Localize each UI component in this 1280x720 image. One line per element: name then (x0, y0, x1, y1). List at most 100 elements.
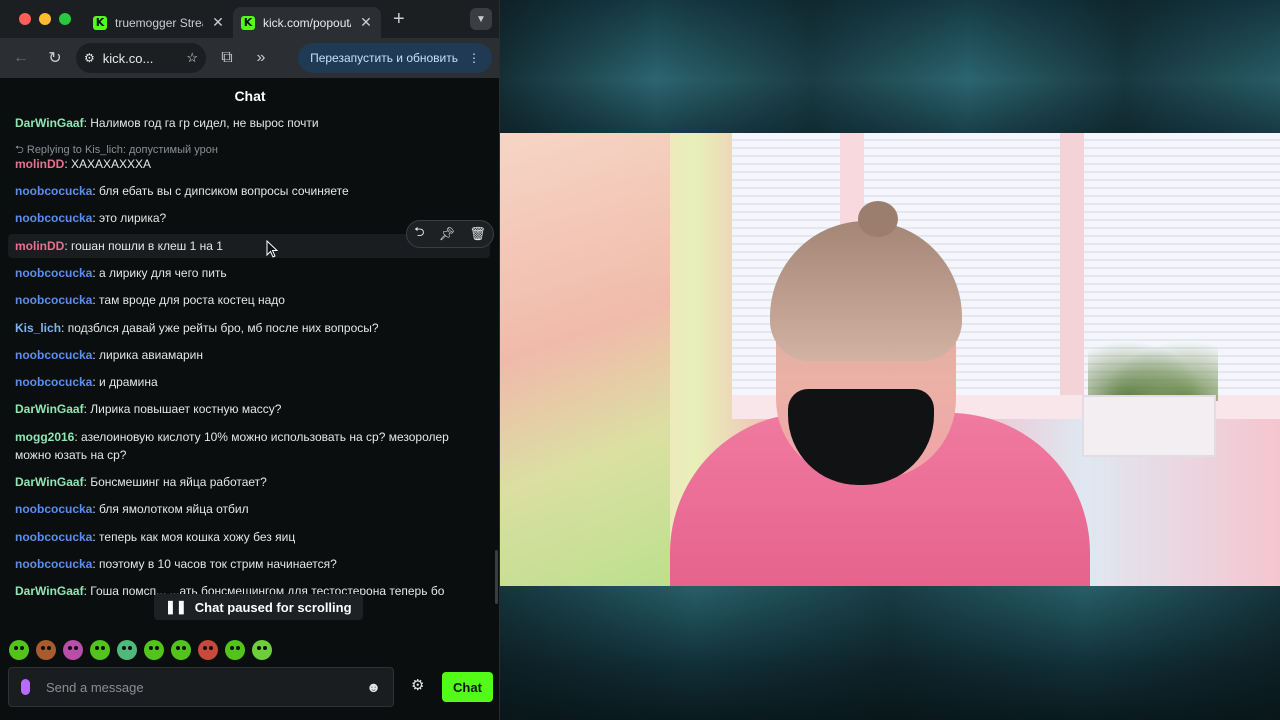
emote-icon[interactable] (171, 640, 191, 660)
message-text: теперь как моя кошка хожу без яиц (99, 530, 296, 544)
maximize-window-button[interactable] (59, 13, 71, 25)
plant-pot (1082, 395, 1216, 457)
pin-icon[interactable]: 📌︎ (439, 226, 456, 242)
pause-icon: ❚❚ (165, 599, 187, 614)
send-chat-button[interactable]: Chat (442, 672, 493, 702)
username[interactable]: noobcocucka (15, 266, 92, 280)
minimize-window-button[interactable] (39, 13, 51, 25)
kick-logo-icon: K (93, 15, 107, 30)
chat-message: DarWinGaaf: Бонсмешинг на яйца работает? (15, 475, 267, 489)
extensions-icon[interactable]: ⧉ (214, 49, 240, 67)
emote-icon[interactable] (117, 640, 137, 660)
address-bar[interactable]: ⚙ kick.co... ☆ (76, 43, 206, 73)
username[interactable]: noobcocucka (15, 348, 92, 362)
chat-message: mogg2016: азелоиновую кислоту 10% можно … (15, 430, 449, 462)
username[interactable]: noobcocucka (15, 293, 92, 307)
url-text: kick.co... (102, 50, 154, 66)
emote-icon[interactable] (225, 640, 245, 660)
emote-icon[interactable] (9, 640, 29, 660)
username[interactable]: DarWinGaaf (15, 402, 84, 416)
close-window-button[interactable] (19, 13, 31, 25)
close-icon[interactable]: ✕ (211, 14, 225, 31)
relaunch-update-button[interactable]: Перезапустить и обновить ⋮ (298, 43, 492, 73)
chat-message: noobcocucka: бля ебать вы с дипсиком воп… (15, 184, 349, 198)
bookmark-star-icon[interactable]: ☆ (186, 50, 198, 66)
back-arrow-icon[interactable]: ← (8, 49, 34, 67)
close-icon[interactable]: ✕ (359, 14, 373, 31)
chat-paused-indicator[interactable]: ❚❚ Chat paused for scrolling (154, 594, 363, 620)
username[interactable]: noobcocucka (15, 502, 92, 516)
message-input[interactable] (46, 679, 351, 695)
message-text: Налимов год га гр сидел, не вырос почти (90, 116, 319, 130)
chevron-down-icon[interactable]: ▼ (470, 8, 492, 30)
chat-scrollbar[interactable] (495, 550, 498, 604)
chat-message: Kis_lich: подзблся давай уже рейты бро, … (15, 321, 379, 335)
username[interactable]: mogg2016 (15, 430, 74, 444)
tab-title: truemogger Strea (115, 15, 203, 30)
message-text: подзблся давай уже рейты бро, мб после н… (67, 321, 379, 335)
emote-quick-bar (9, 640, 272, 660)
username[interactable]: DarWinGaaf (15, 475, 84, 489)
message-text: Бонсмешинг на яйца работает? (90, 475, 267, 489)
tab-title: kick.com/popout/ (263, 15, 351, 30)
hair-bun (858, 201, 898, 237)
message-text: ХАХАХАХХХА (71, 157, 152, 171)
message-text: это лирика? (99, 211, 167, 225)
emoji-picker-icon[interactable]: ☻ (366, 679, 381, 695)
message-text: бля ямолотком яйца отбил (99, 502, 249, 516)
emote-icon[interactable] (63, 640, 83, 660)
message-text: лирика авиамарин (99, 348, 203, 362)
message-text: бля ебать вы с дипсиком вопросы сочиняет… (99, 184, 349, 198)
kebab-menu-icon[interactable]: ⋮ (468, 51, 480, 65)
tab-truemogger[interactable]: K truemogger Strea ✕ (85, 7, 233, 38)
chat-message: noobcocucka: и драмина (15, 375, 158, 389)
chat-title: Chat (0, 78, 499, 112)
browser-toolbar: ← ↻ ⚙ kick.co... ☆ ⧉ » Перезапустить и о… (0, 38, 499, 78)
emote-icon[interactable] (144, 640, 164, 660)
message-text: гошан пошли в клеш 1 на 1 (71, 239, 223, 253)
emote-icon[interactable] (252, 640, 272, 660)
forest-backdrop-bottom (500, 586, 1280, 720)
username[interactable]: noobcocucka (15, 211, 92, 225)
chat-message: noobcocucka: бля ямолотком яйца отбил (15, 502, 249, 516)
username[interactable]: noobcocucka (15, 375, 92, 389)
browser-window: K truemogger Strea ✕ K kick.com/popout/ … (0, 0, 500, 720)
reload-icon[interactable]: ↻ (42, 48, 68, 68)
message-text: азелоиновую кислоту 10% можно использова… (15, 430, 449, 462)
username[interactable]: Kis_lich (15, 321, 61, 335)
kick-logo-icon: K (241, 15, 255, 30)
chat-message: noobcocucka: теперь как моя кошка хожу б… (15, 530, 296, 544)
username[interactable]: DarWinGaaf (15, 584, 84, 598)
update-label: Перезапустить и обновить (310, 51, 458, 65)
emote-icon[interactable] (198, 640, 218, 660)
chat-message: noobcocucka: поэтому в 10 часов ток стри… (15, 557, 337, 571)
more-tools-icon[interactable]: » (248, 49, 274, 67)
plant (1088, 331, 1218, 401)
reply-icon[interactable]: ⮌ (414, 223, 424, 245)
username[interactable]: noobcocucka (15, 530, 92, 544)
emote-icon[interactable] (90, 640, 110, 660)
username[interactable]: noobcocucka (15, 184, 92, 198)
wall-decor (500, 133, 670, 586)
username[interactable]: DarWinGaaf (15, 116, 84, 130)
chat-message: DarWinGaaf: Налимов год га гр сидел, не … (15, 116, 319, 130)
stream-video[interactable] (500, 0, 1280, 720)
site-settings-icon[interactable]: ⚙ (84, 51, 95, 65)
chat-message: noobcocucka: а лирику для чего пить (15, 266, 227, 280)
new-tab-button[interactable]: + (393, 8, 405, 31)
emote-icon[interactable] (36, 640, 56, 660)
chat-message: molinDD: ХАХАХАХХХА (15, 157, 152, 171)
chat-message: noobcocucka: там вроде для роста костец … (15, 293, 285, 307)
microphone-icon[interactable] (21, 679, 30, 695)
delete-icon[interactable]: 🗑︎ (469, 226, 486, 242)
chat-message: DarWinGaaf: Лирика повышает костную масс… (15, 402, 282, 416)
chat-message-list[interactable]: DarWinGaaf: Налимов год га гр сидел, не … (0, 112, 499, 628)
message-composer: ☻ (8, 667, 394, 707)
webcam-feed (500, 133, 1280, 586)
tab-kick-popout[interactable]: K kick.com/popout/ ✕ (233, 7, 381, 38)
message-actions: ⮌ 📌︎ 🗑︎ (406, 220, 494, 248)
chat-settings-icon[interactable]: ⚙ (411, 676, 424, 694)
username[interactable]: molinDD (15, 157, 64, 171)
username[interactable]: molinDD (15, 239, 64, 253)
username[interactable]: noobcocucka (15, 557, 92, 571)
